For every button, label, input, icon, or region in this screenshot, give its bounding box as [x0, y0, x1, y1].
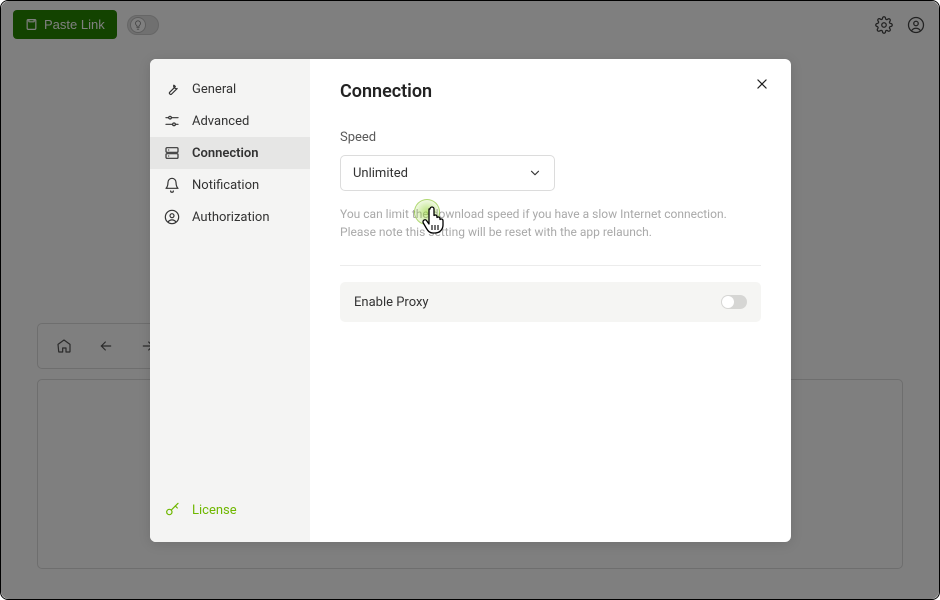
speed-field-label: Speed — [340, 130, 761, 145]
proxy-switch[interactable] — [721, 295, 747, 309]
sidebar-item-authorization[interactable]: Authorization — [150, 201, 310, 233]
connection-panel: Connection Speed Unlimited You can limit… — [310, 59, 791, 542]
speed-help-text: You can limit the download speed if you … — [340, 205, 761, 241]
sidebar-item-label: General — [192, 82, 236, 97]
sidebar-item-general[interactable]: General — [150, 73, 310, 105]
divider — [340, 265, 761, 266]
speed-value: Unlimited — [353, 166, 408, 181]
settings-sidebar: General Advanced Connection Notification — [150, 59, 310, 542]
switch-knob — [722, 296, 734, 308]
wrench-icon — [164, 81, 180, 97]
sidebar-item-advanced[interactable]: Advanced — [150, 105, 310, 137]
chevron-down-icon — [528, 166, 542, 180]
help-line: Please note this setting will be reset w… — [340, 223, 761, 241]
sidebar-item-label: Connection — [192, 146, 259, 161]
key-icon — [164, 502, 180, 518]
settings-modal: General Advanced Connection Notification — [150, 59, 791, 542]
sidebar-item-label: Advanced — [192, 114, 249, 129]
server-icon — [164, 145, 180, 161]
help-line: You can limit the download speed if you … — [340, 205, 761, 223]
sidebar-item-label: Authorization — [192, 210, 270, 225]
sidebar-item-label: Notification — [192, 178, 259, 193]
sliders-icon — [164, 113, 180, 129]
close-button[interactable] — [755, 77, 769, 91]
proxy-label: Enable Proxy — [354, 295, 429, 310]
panel-title: Connection — [340, 81, 761, 102]
sidebar-item-license[interactable]: License — [150, 492, 310, 528]
license-label: License — [192, 503, 237, 518]
bell-icon — [164, 177, 180, 193]
speed-select[interactable]: Unlimited — [340, 155, 555, 191]
proxy-row: Enable Proxy — [340, 282, 761, 322]
sidebar-item-notification[interactable]: Notification — [150, 169, 310, 201]
sidebar-item-connection[interactable]: Connection — [150, 137, 310, 169]
user-icon — [164, 209, 180, 225]
